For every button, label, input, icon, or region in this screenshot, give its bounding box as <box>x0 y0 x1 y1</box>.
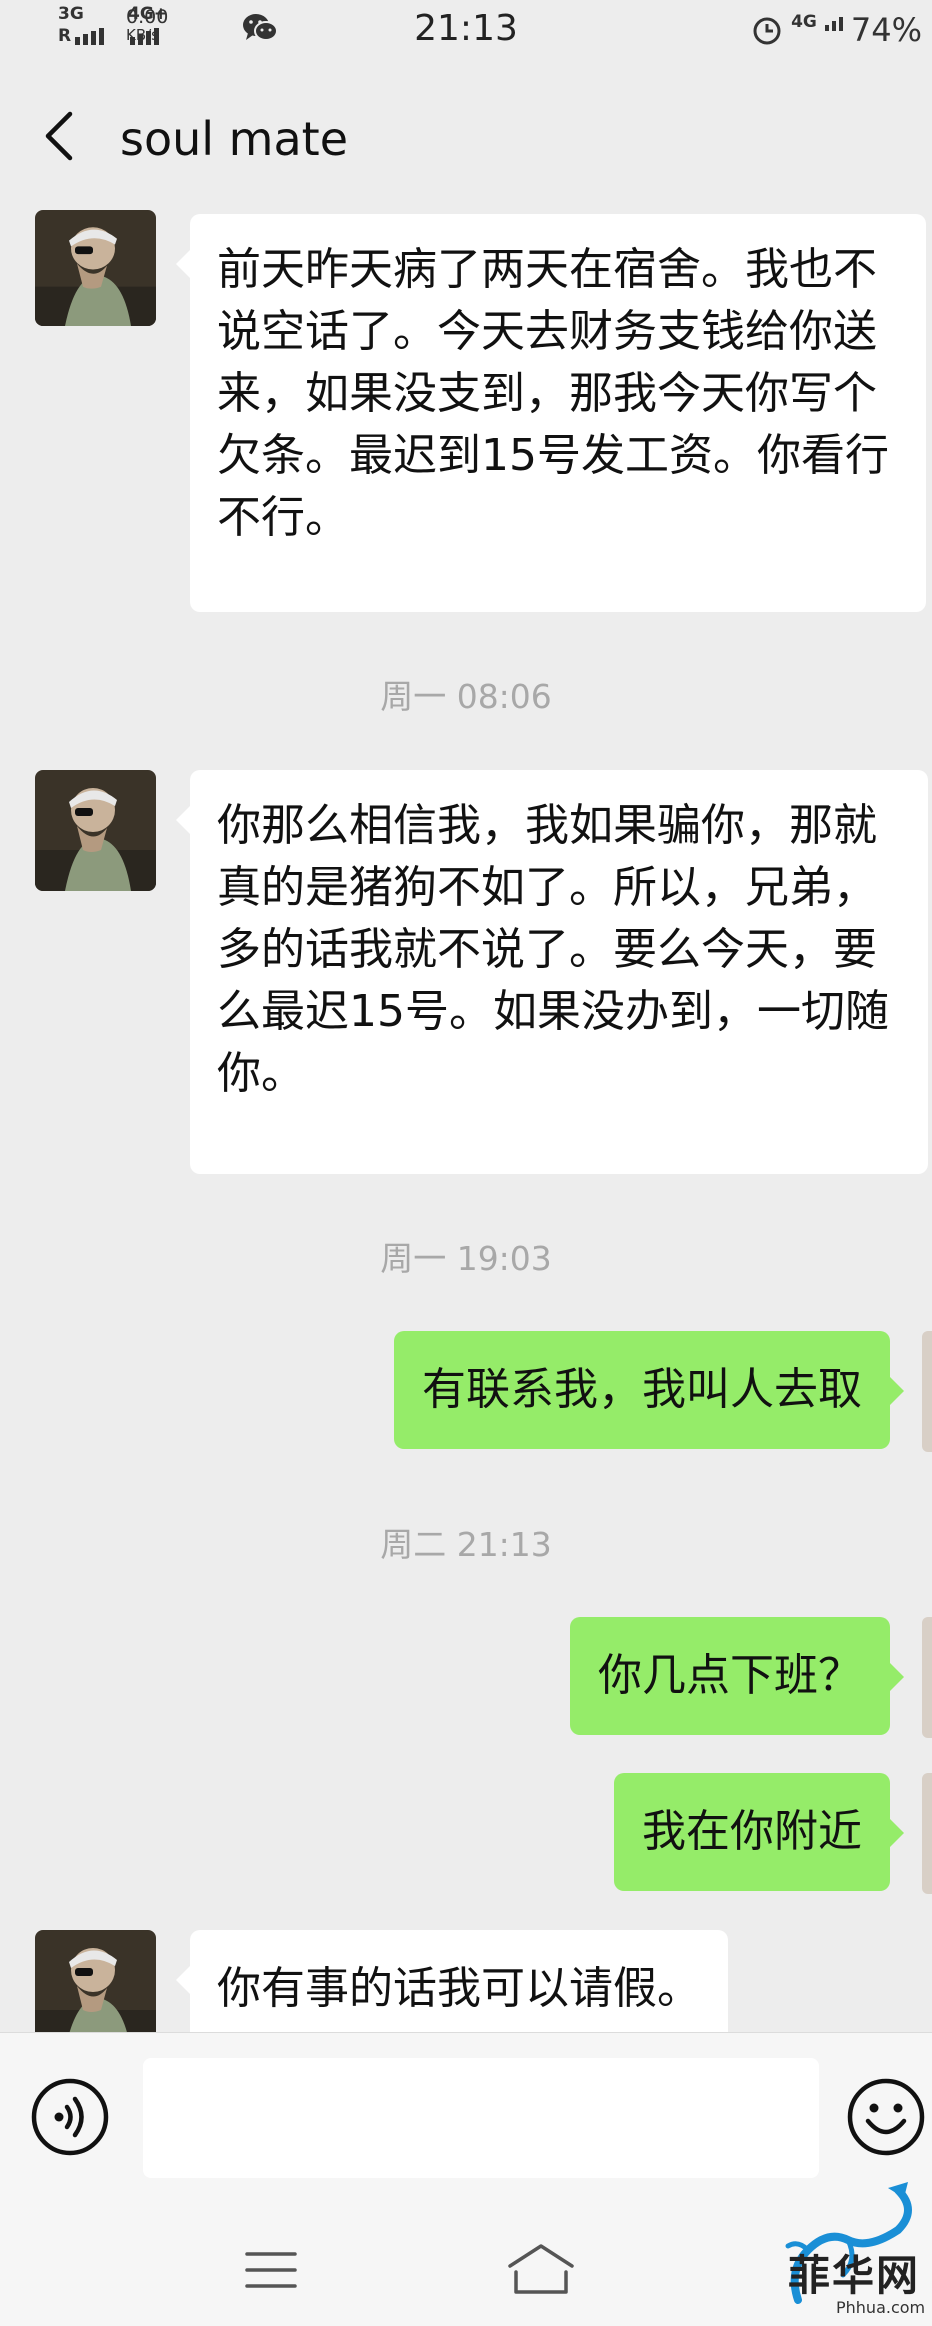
message-text: 你有事的话我可以请假。 <box>217 1963 701 2014</box>
person-avatar-icon <box>35 1930 156 2032</box>
contact-avatar[interactable] <box>35 1930 156 2032</box>
timestamp: 周二 21:13 <box>380 1525 552 1564</box>
battery-percent: 74% <box>850 11 922 49</box>
contact-avatar[interactable] <box>35 210 156 326</box>
message-text: 你那么相信我，我如果骗你，那就真的是猪狗不如了。所以，兄弟，多的话我就不说了。要… <box>217 800 889 1099</box>
self-avatar[interactable] <box>922 1617 932 1738</box>
back-arrow-icon[interactable] <box>40 110 80 162</box>
home-icon[interactable] <box>506 2242 576 2296</box>
message-text: 有联系我，我叫人去取 <box>422 1364 862 1415</box>
message-bubble-outgoing[interactable]: 你几点下班？ <box>570 1617 904 1735</box>
message-text: 我在你附近 <box>642 1806 862 1857</box>
message-text: 你几点下班？ <box>598 1650 862 1701</box>
voice-input-icon[interactable] <box>30 2077 110 2157</box>
emoji-icon[interactable] <box>846 2077 926 2157</box>
signal-right-icon <box>824 17 843 31</box>
message-bubble-incoming[interactable]: 你那么相信我，我如果骗你，那就真的是猪狗不如了。所以，兄弟，多的话我就不说了。要… <box>176 770 928 1174</box>
person-avatar-icon <box>35 210 156 326</box>
self-avatar[interactable] <box>922 1331 932 1452</box>
timestamp: 周一 19:03 <box>380 1239 552 1278</box>
person-avatar-icon <box>35 770 156 891</box>
status-right: 4G 74% <box>751 8 922 52</box>
self-avatar[interactable] <box>922 1773 932 1894</box>
watermark-url: Phhua.com <box>836 2298 926 2317</box>
network-type-right: 4G <box>791 12 817 32</box>
message-bubble-outgoing[interactable]: 有联系我，我叫人去取 <box>394 1331 904 1449</box>
timestamp: 周一 08:06 <box>380 677 552 716</box>
chat-header: soul mate <box>0 60 932 210</box>
contact-avatar[interactable] <box>35 770 156 891</box>
message-bubble-outgoing[interactable]: 我在你附近 <box>614 1773 904 1891</box>
watermark-text: 菲华网 <box>788 2251 921 2300</box>
message-input[interactable] <box>143 2058 819 2178</box>
menu-icon[interactable] <box>245 2250 297 2290</box>
message-bubble-incoming[interactable]: 前天昨天病了两天在宿舍。我也不说空话了。今天去财务支钱给你送来，如果没支到，那我… <box>176 214 926 612</box>
alarm-icon <box>753 17 781 45</box>
chat-title: soul mate <box>120 112 349 166</box>
message-list[interactable]: 前天昨天病了两天在宿舍。我也不说空话了。今天去财务支钱给你送来，如果没支到，那我… <box>0 210 932 2032</box>
status-bar: 3G R 4G+ 0.00 KB/s 21:13 4G 74% <box>0 0 932 60</box>
message-bubble-incoming[interactable]: 你有事的话我可以请假。 <box>176 1930 728 2032</box>
message-text: 前天昨天病了两天在宿舍。我也不说空话了。今天去财务支钱给你送来，如果没支到，那我… <box>217 244 889 543</box>
